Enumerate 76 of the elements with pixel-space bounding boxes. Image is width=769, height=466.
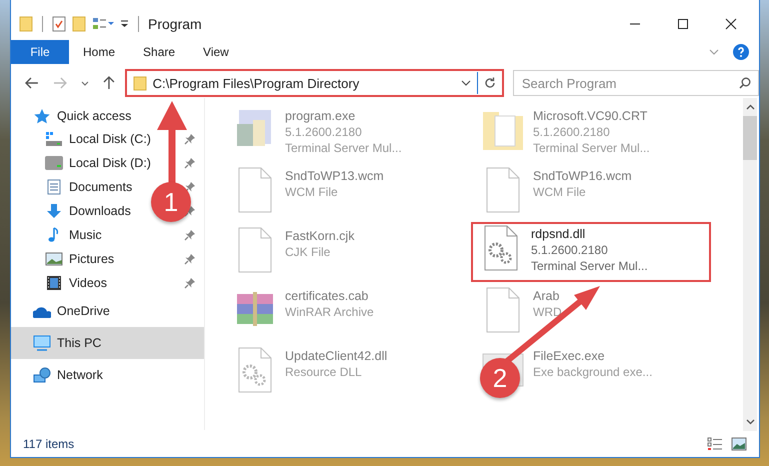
- file-detail: CJK File: [285, 244, 332, 260]
- address-bar[interactable]: C:\Program Files\Program Directory: [124, 69, 504, 97]
- file-name[interactable]: SndToWP16.wcm: [533, 168, 632, 184]
- sidebar-item[interactable]: Pictures: [69, 252, 114, 266]
- doc-icon: [45, 179, 63, 195]
- sidebar-item[interactable]: Music: [69, 228, 102, 242]
- window-title: Program: [148, 16, 202, 32]
- file-detail: Terminal Server Mul...: [533, 140, 650, 156]
- file-detail: 5.1.2600.2180: [285, 124, 363, 140]
- sidebar-item[interactable]: OneDrive: [11, 295, 204, 327]
- file-name[interactable]: SndToWP13.wcm: [285, 168, 384, 184]
- file-detail: WCM File: [285, 184, 339, 200]
- scroll-thumb[interactable]: [743, 116, 757, 160]
- address-path: C:\Program Files\Program Directory: [152, 76, 360, 90]
- file-name[interactable]: Arab: [533, 288, 562, 304]
- pin-icon[interactable]: [184, 133, 196, 145]
- sidebar-item[interactable]: Local Disk (C:): [69, 132, 151, 146]
- search-icon[interactable]: [738, 77, 751, 89]
- star-icon: [33, 108, 51, 124]
- close-icon[interactable]: [725, 18, 737, 30]
- disk-win-icon: [45, 131, 63, 147]
- up-icon[interactable]: [102, 76, 115, 90]
- pin-icon[interactable]: [184, 277, 196, 289]
- pin-icon[interactable]: [184, 229, 196, 241]
- file-detail: 5.1.2600.2180: [531, 242, 609, 258]
- folder-icon: [132, 76, 147, 90]
- file-name[interactable]: rdpsnd.dll: [531, 226, 648, 242]
- properties-icon[interactable]: [52, 16, 66, 32]
- search-field[interactable]: Search Program: [512, 70, 759, 96]
- file-detail: WinRAR Archive: [285, 304, 374, 320]
- file-name[interactable]: certificates.cab: [285, 288, 374, 304]
- file-detail: WRD: [533, 304, 562, 320]
- help-icon[interactable]: [733, 44, 749, 60]
- sidebar-item[interactable]: Quick access: [11, 105, 204, 127]
- scrollbar[interactable]: [743, 98, 757, 431]
- scroll-up-icon[interactable]: [746, 104, 754, 110]
- folder-icon: [19, 16, 33, 32]
- scroll-down-icon[interactable]: [746, 419, 754, 425]
- large-icons-view-icon[interactable]: [731, 437, 747, 451]
- file-tab[interactable]: File: [11, 40, 69, 64]
- video-icon: [45, 275, 63, 291]
- file-name[interactable]: FileExec.exe: [533, 348, 652, 364]
- file-detail: WCM File: [533, 184, 587, 200]
- ribbon-tab[interactable]: View: [203, 45, 243, 59]
- network-icon: [33, 367, 51, 383]
- pin-icon[interactable]: [184, 253, 196, 265]
- file-detail: Terminal Server Mul...: [285, 140, 402, 156]
- sidebar-item[interactable]: This PC: [11, 327, 204, 359]
- file-name[interactable]: program.exe: [285, 108, 402, 124]
- back-icon[interactable]: [25, 77, 39, 89]
- pin-icon[interactable]: [184, 157, 196, 169]
- file-detail: Resource DLL: [285, 364, 363, 380]
- pictures-icon: [45, 251, 63, 267]
- view-icon[interactable]: [92, 17, 114, 31]
- file-name[interactable]: UpdateClient42.dll: [285, 348, 388, 364]
- maximize-icon[interactable]: [677, 18, 689, 30]
- file-detail: Terminal Server Mul...: [531, 258, 648, 274]
- item-count: 117 items: [23, 437, 74, 451]
- download-icon: [45, 203, 63, 219]
- file-name[interactable]: FastKorn.cjk: [285, 228, 354, 244]
- sidebar-item[interactable]: Network: [11, 359, 204, 391]
- pc-icon: [33, 335, 51, 351]
- dropdown-icon[interactable]: [80, 80, 89, 86]
- details-view-icon[interactable]: [707, 437, 723, 451]
- sidebar-item[interactable]: Documents: [69, 180, 132, 194]
- sidebar-item[interactable]: Local Disk (D:): [69, 156, 151, 170]
- ribbon-tab[interactable]: Share: [143, 45, 190, 59]
- file-detail: 5.1.2600.2180: [533, 124, 611, 140]
- refresh-icon[interactable]: [484, 77, 496, 89]
- file-detail: Exe background exe...: [533, 364, 652, 380]
- sidebar-item[interactable]: Downloads: [69, 204, 131, 218]
- chevron-icon[interactable]: [460, 80, 471, 86]
- ribbon-tab[interactable]: Home: [83, 45, 130, 59]
- sidebar-item[interactable]: Videos: [69, 276, 107, 290]
- customize-icon[interactable]: [120, 20, 129, 28]
- file-name[interactable]: Microsoft.VC90.CRT: [533, 108, 650, 124]
